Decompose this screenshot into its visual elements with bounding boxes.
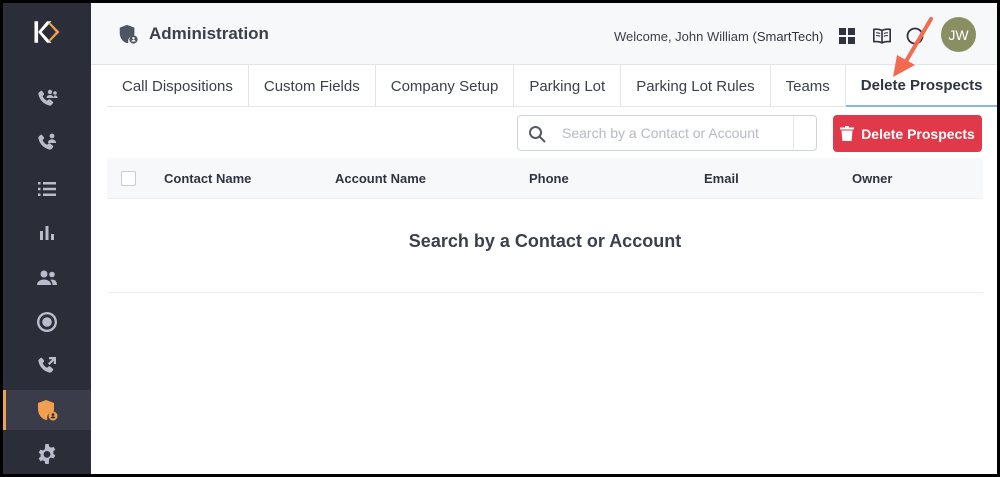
record-icon [37,312,57,332]
select-all-checkbox[interactable] [121,171,136,186]
app-window: Administration Welcome, John William (Sm… [0,0,1000,477]
sidebar-item-administration[interactable] [3,390,91,430]
call-group-icon [38,89,58,106]
apps-grid-button[interactable] [836,25,858,47]
admin-tabs: Call Dispositions Custom Fields Company … [107,65,997,107]
empty-state-message: Search by a Contact or Account [408,231,682,251]
search-icon [529,126,546,143]
sidebar-item-transfers[interactable] [3,346,91,386]
tab-delete-prospects[interactable]: Delete Prospects [845,65,997,107]
tab-parking-lot-rules[interactable]: Parking Lot Rules [621,65,771,107]
prospects-table-header: Contact Name Account Name Phone Email Ow… [107,158,983,199]
delete-prospects-label: Delete Prospects [861,125,975,142]
tab-call-dispositions[interactable]: Call Dispositions [107,65,249,107]
search-input[interactable] [554,117,794,149]
column-header-contact-name[interactable]: Contact Name [164,171,251,186]
sidebar-item-reports[interactable] [3,213,91,253]
search-box [517,115,817,151]
top-header: Administration Welcome, John William (Sm… [91,3,997,65]
sidebar-item-users[interactable] [3,258,91,298]
bar-chart-icon [40,226,54,240]
welcome-text: Welcome, John William (SmartTech) [614,29,823,44]
tab-custom-fields[interactable]: Custom Fields [249,65,376,107]
column-header-email[interactable]: Email [704,171,739,186]
users-icon [37,270,57,285]
sidebar-item-contacts[interactable] [3,123,91,163]
sidebar-item-settings[interactable] [3,434,91,474]
sidebar [3,3,91,474]
trash-icon [840,126,855,141]
call-transfer-icon [38,357,56,373]
column-header-owner[interactable]: Owner [852,171,892,186]
app-logo[interactable] [27,13,67,51]
tab-parking-lot[interactable]: Parking Lot [514,65,622,107]
gear-icon [38,444,56,464]
call-user-icon [38,133,56,150]
column-header-account-name[interactable]: Account Name [335,171,426,186]
sidebar-item-lists[interactable] [3,169,91,209]
delete-prospects-button[interactable]: Delete Prospects [833,115,982,152]
list-icon [38,182,56,196]
welcome-user: Welcome, John William [614,29,749,44]
admin-shield-icon [119,24,138,44]
grid-icon [839,28,855,44]
avatar[interactable]: JW [941,17,976,52]
sidebar-item-recordings[interactable] [3,302,91,342]
column-header-phone[interactable]: Phone [529,171,569,186]
sidebar-item-calls[interactable] [3,79,91,119]
page-title: Administration [149,24,269,43]
logo-icon [34,21,60,43]
tab-company-setup[interactable]: Company Setup [376,65,515,107]
welcome-org: (SmartTech) [752,29,824,44]
table-divider [107,292,983,293]
tab-teams[interactable]: Teams [771,65,846,107]
page-heading: Administration [117,23,269,45]
admin-shield-icon [38,400,58,421]
